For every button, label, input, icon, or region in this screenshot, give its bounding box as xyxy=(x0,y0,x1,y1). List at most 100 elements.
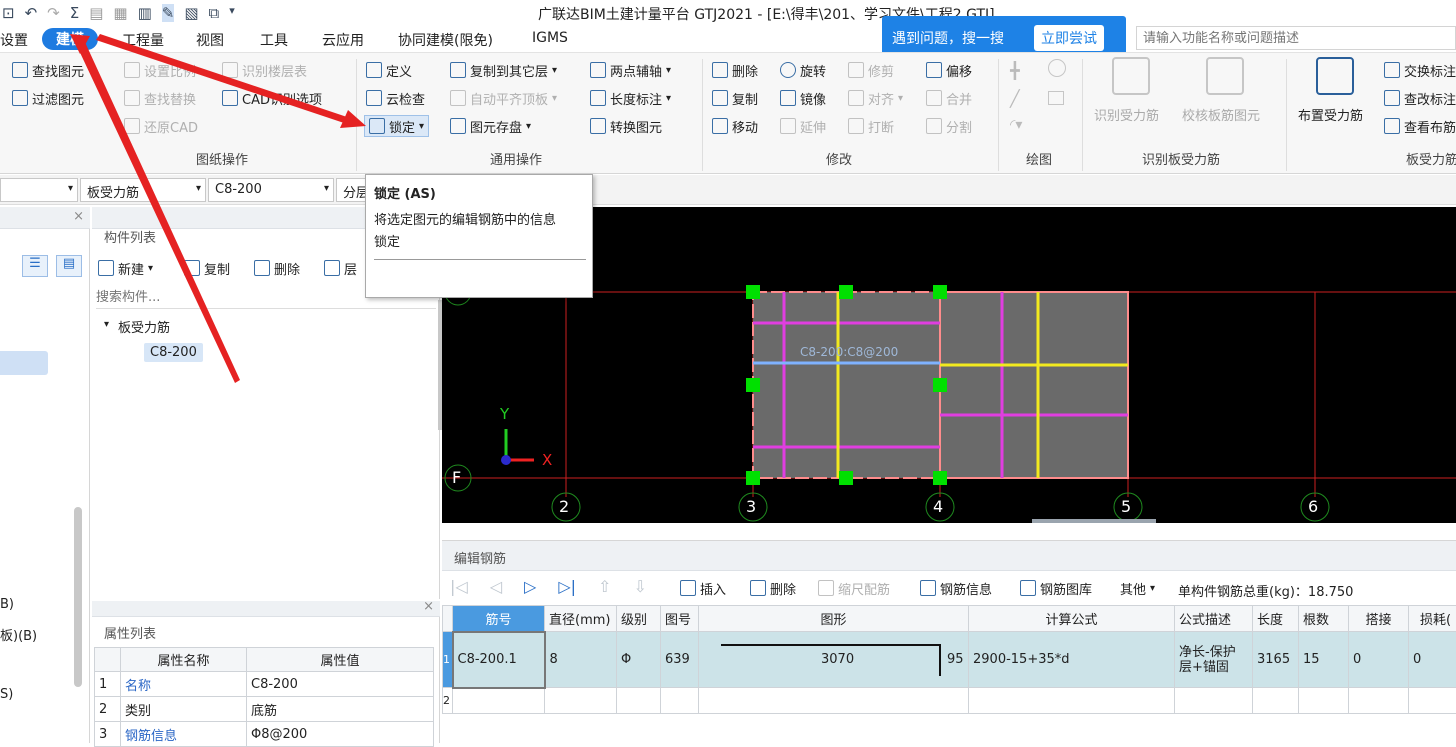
place-rebar-icon[interactable] xyxy=(1316,57,1354,95)
offset-button[interactable]: 偏移 xyxy=(926,59,972,81)
split-button[interactable]: 分割 xyxy=(926,115,972,137)
menu-modeling[interactable]: 建模 xyxy=(42,28,98,50)
restore-cad-button[interactable]: 还原CAD xyxy=(124,115,198,137)
menu-collab[interactable]: 协同建模(限免) xyxy=(398,30,493,50)
first-icon[interactable]: |◁ xyxy=(450,577,468,596)
help-search-input[interactable] xyxy=(1137,27,1455,49)
nav-selected-item[interactable] xyxy=(0,351,48,375)
copy-to-floor-button[interactable]: 复制到其它层▾ xyxy=(450,59,557,81)
menu-tools[interactable]: 工具 xyxy=(260,30,288,50)
filter-element-button[interactable]: 过滤图元 xyxy=(12,87,84,109)
move-down-icon[interactable]: ⇩ xyxy=(633,577,646,596)
tree-group-label[interactable]: 板受力筋 xyxy=(118,317,170,336)
menu-view[interactable]: 视图 xyxy=(196,30,224,50)
set-scale-button[interactable]: 设置比例 xyxy=(124,59,196,81)
close-icon[interactable]: × xyxy=(423,599,434,614)
scale-rebar-button[interactable]: 缩尺配筋 xyxy=(818,577,890,599)
two-point-axis-button[interactable]: 两点辅轴▾ xyxy=(590,59,671,81)
identify-floor-table-button[interactable]: 识别楼层表 xyxy=(222,59,307,81)
move-up-icon[interactable]: ⇧ xyxy=(598,577,611,596)
find-element-button[interactable]: 查找图元 xyxy=(12,59,84,81)
lock-button[interactable]: 锁定▾ xyxy=(364,115,429,137)
table-icon[interactable]: ▧ xyxy=(184,4,198,22)
delete-button[interactable]: 删除 xyxy=(712,59,758,81)
cad-viewport[interactable]: C8-200:C8@200 Y X 2 3 4 5 6 F xyxy=(442,207,1456,523)
circle-icon[interactable] xyxy=(1048,59,1066,77)
prev-icon[interactable]: ◁ xyxy=(490,577,502,596)
insert-button[interactable]: 插入 xyxy=(680,577,726,599)
rect-icon[interactable] xyxy=(1048,91,1064,105)
chevron-down-icon[interactable]: ▾ xyxy=(104,319,109,330)
nav-item[interactable]: S) xyxy=(0,687,13,702)
copy-component-button[interactable]: 复制 xyxy=(184,257,230,279)
length-dimension-button[interactable]: 长度标注▾ xyxy=(590,87,671,109)
arc-icon[interactable]: ◜▾ xyxy=(1010,117,1022,133)
check-rebar-icon[interactable] xyxy=(1206,57,1244,95)
splitter-handle[interactable] xyxy=(1032,519,1156,523)
extend-button[interactable]: 延伸 xyxy=(780,115,826,137)
nav-item[interactable]: B) xyxy=(0,597,14,612)
trim-button[interactable]: 修剪 xyxy=(848,59,894,81)
new-button[interactable]: 新建▾ xyxy=(98,257,153,279)
sum-icon[interactable]: Σ xyxy=(70,4,79,22)
shape-cell[interactable]: 3070 95 xyxy=(699,632,969,688)
grid-icon[interactable]: ▦ xyxy=(113,4,127,22)
floor-combo[interactable]: ▾ xyxy=(0,178,78,202)
try-now-button[interactable]: 立即尝试 xyxy=(1034,25,1104,51)
menu-cloud[interactable]: 云应用 xyxy=(322,30,364,50)
close-icon[interactable]: × xyxy=(73,209,84,224)
delete-component-button[interactable]: 删除 xyxy=(254,257,300,279)
draw-icon[interactable]: ✎ xyxy=(162,4,175,22)
table-row[interactable]: 1 C8-200.1 8 Φ 639 3070 95 2900-15+35*d … xyxy=(443,632,1456,688)
floor-component-button[interactable]: 层 xyxy=(324,257,357,279)
define-button[interactable]: 定义 xyxy=(366,59,412,81)
save-element-button[interactable]: 图元存盘▾ xyxy=(450,115,531,137)
rotate-button[interactable]: 旋转 xyxy=(780,59,826,81)
convert-element-button[interactable]: 转换图元 xyxy=(590,115,662,137)
other-button[interactable]: 其他▾ xyxy=(1120,577,1155,599)
tree-item-selected[interactable]: C8-200 xyxy=(144,343,203,362)
next-icon[interactable]: ▷ xyxy=(524,577,536,596)
identify-rebar-button[interactable]: 识别受力筋 xyxy=(1094,105,1159,124)
view-rebar-button[interactable]: 查看布筋 xyxy=(1384,115,1456,137)
help-search-box[interactable] xyxy=(1136,26,1456,50)
identify-rebar-icon[interactable] xyxy=(1112,57,1150,95)
point-icon[interactable]: ╋ xyxy=(1010,61,1020,80)
place-rebar-button[interactable]: 布置受力筋 xyxy=(1298,105,1363,124)
auto-align-slab-button[interactable]: 自动平齐顶板▾ xyxy=(450,87,557,109)
detail-view-icon[interactable]: ▤ xyxy=(56,255,82,277)
swap-label-button[interactable]: 交换标注 xyxy=(1384,59,1456,81)
rebar-library-button[interactable]: 钢筋图库 xyxy=(1020,577,1092,599)
find-replace-button[interactable]: 查找替换 xyxy=(124,87,196,109)
copy-icon[interactable]: ⧉ xyxy=(209,4,220,22)
type-combo[interactable]: 板受力筋▾ xyxy=(80,178,206,202)
copy-button[interactable]: 复制 xyxy=(712,87,758,109)
menu-settings[interactable]: 设置 xyxy=(0,30,28,50)
align-button[interactable]: 对齐▾ xyxy=(848,87,903,109)
merge-button[interactable]: 合并 xyxy=(926,87,972,109)
menu-quantity[interactable]: 工程量 xyxy=(122,30,164,50)
undo-icon[interactable]: ↶ xyxy=(25,4,38,22)
element-combo[interactable]: C8-200▾ xyxy=(208,178,334,202)
mirror-button[interactable]: 镜像 xyxy=(780,87,826,109)
save-icon[interactable]: ⊡ xyxy=(2,4,15,22)
nav-item[interactable]: 板)(B) xyxy=(0,625,37,644)
menu-igms[interactable]: IGMS xyxy=(532,30,568,46)
cloud-check-button[interactable]: 云检查 xyxy=(366,87,425,109)
move-button[interactable]: 移动 xyxy=(712,115,758,137)
table-row[interactable]: 1 名称 C8-200 xyxy=(95,672,434,697)
cad-canvas[interactable] xyxy=(442,207,1456,523)
table-row[interactable]: 2 类别 底筋 xyxy=(95,697,434,722)
break-button[interactable]: 打断 xyxy=(848,115,894,137)
panel-splitter[interactable] xyxy=(438,300,442,430)
report-icon[interactable]: ▤ xyxy=(89,4,103,22)
redo-icon[interactable]: ↷ xyxy=(47,4,60,22)
rebar-info-button[interactable]: 钢筋信息 xyxy=(920,577,992,599)
last-icon[interactable]: ▷| xyxy=(558,577,576,596)
table-row[interactable]: 2 xyxy=(443,688,1456,714)
cad-options-button[interactable]: CAD识别选项 xyxy=(222,87,322,109)
delete-row-button[interactable]: 删除 xyxy=(750,577,796,599)
edit-label-button[interactable]: 查改标注 xyxy=(1384,87,1456,109)
scrollbar[interactable] xyxy=(74,507,82,687)
dropdown-icon[interactable]: ▾ xyxy=(229,4,235,22)
